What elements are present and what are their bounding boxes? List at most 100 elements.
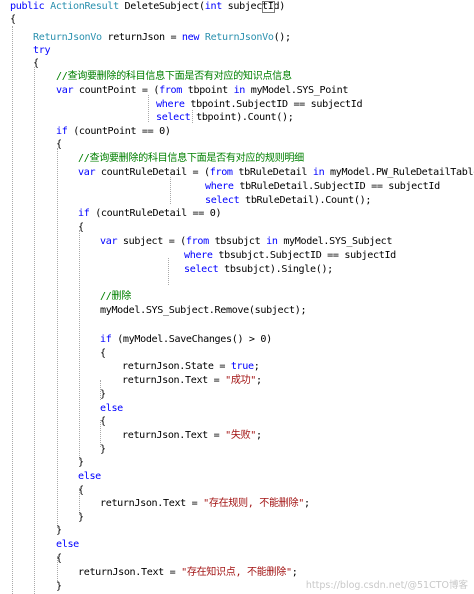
code-line-33[interactable]: else xyxy=(78,470,101,484)
code-text: returnJson.Text = xyxy=(122,375,226,386)
code-line-30[interactable]: returnJson.Text = "失败"; xyxy=(122,429,262,443)
code-text: returnJson.Text = xyxy=(122,430,226,441)
code-line-16[interactable]: if (countRuleDetail == 0) xyxy=(78,207,222,221)
code-line-25[interactable]: returnJson.State = true; xyxy=(122,360,260,374)
code-text: tbRuleDetail).Count(); xyxy=(239,195,372,206)
code-line-39[interactable]: { xyxy=(56,552,62,566)
code-text: } xyxy=(56,525,62,536)
keyword: new xyxy=(181,32,200,43)
code-line-2[interactable]: { xyxy=(10,13,16,27)
indent-guide xyxy=(170,177,171,204)
indent-guide xyxy=(12,26,13,594)
code-text: returnJson.Text = xyxy=(100,498,204,509)
code-text: tbsubjct).Single(); xyxy=(218,264,333,275)
keyword: where xyxy=(156,99,185,110)
code-line-31[interactable]: } xyxy=(100,443,106,457)
code-line-21[interactable]: //删除 xyxy=(100,290,131,304)
code-line-4[interactable]: try xyxy=(33,44,51,58)
code-line-36[interactable]: } xyxy=(78,511,84,525)
keyword: else xyxy=(56,539,79,550)
code-text: } xyxy=(100,444,106,455)
code-text: } xyxy=(78,512,84,523)
code-text: { xyxy=(10,14,16,25)
code-line-26[interactable]: returnJson.Text = "成功"; xyxy=(122,374,262,388)
keyword: if xyxy=(100,334,112,345)
string-literal: "存在知识点, 不能删除" xyxy=(181,567,292,578)
code-line-10[interactable]: if (countPoint == 0) xyxy=(56,125,171,139)
code-editor[interactable]: public ActionResult DeleteSubject(int su… xyxy=(0,0,474,594)
keyword: select xyxy=(184,264,219,275)
code-text: DeleteSubject( xyxy=(118,1,206,12)
code-text: tbpoint).Count(); xyxy=(190,112,294,123)
code-text: } xyxy=(100,389,106,400)
code-line-11[interactable]: { xyxy=(56,138,62,152)
code-line-22[interactable]: myModel.SYS_Subject.Remove(subject); xyxy=(100,304,307,318)
indent-guide xyxy=(148,95,149,122)
code-text: tbsubjct.SubjectID == subjectId xyxy=(212,250,396,261)
keyword: where xyxy=(184,250,213,261)
indent-guide xyxy=(79,230,80,460)
code-text: ; xyxy=(303,498,310,509)
code-line-12[interactable]: //查询要删除的科目信息下面是否有对应的规则明细 xyxy=(78,152,304,166)
code-line-32[interactable]: } xyxy=(78,456,84,470)
code-line-1[interactable]: public ActionResult DeleteSubject(int su… xyxy=(10,0,285,14)
code-line-8[interactable]: where tbpoint.SubjectID == subjectId xyxy=(156,98,363,112)
code-line-17[interactable]: { xyxy=(78,221,84,235)
code-text: ; xyxy=(256,375,262,386)
keyword: else xyxy=(100,403,123,414)
keyword: select xyxy=(156,112,191,123)
code-line-38[interactable]: else xyxy=(56,538,79,552)
code-line-34[interactable]: { xyxy=(78,484,84,498)
indent-guide xyxy=(34,67,35,594)
code-text: subjectId) xyxy=(221,1,286,12)
code-text: countRuleDetail = ( xyxy=(95,167,210,178)
code-text: (countRuleDetail == 0) xyxy=(89,208,222,219)
code-text: myModel.SYS_Subject.Remove(subject); xyxy=(100,305,307,316)
code-text: { xyxy=(78,222,84,233)
keyword: else xyxy=(78,471,101,482)
keyword: var xyxy=(78,167,96,178)
code-line-18[interactable]: var subject = (from tbsubjct in myModel.… xyxy=(100,235,392,249)
code-text: returnJson.Text = xyxy=(78,567,182,578)
code-line-29[interactable]: { xyxy=(100,415,106,429)
code-text: returnJson.State = xyxy=(122,361,231,372)
keyword: if xyxy=(78,208,90,219)
code-line-37[interactable]: } xyxy=(56,524,62,538)
string-literal: "成功" xyxy=(225,375,257,386)
code-text: myModel.PW_RuleDetailTable xyxy=(324,167,474,178)
code-line-9[interactable]: select tbpoint).Count(); xyxy=(156,111,294,125)
code-line-28[interactable]: else xyxy=(100,402,123,416)
code-text: ; xyxy=(256,430,262,441)
code-line-19[interactable]: where tbsubjct.SubjectID == subjectId xyxy=(184,249,396,263)
code-line-5[interactable]: { xyxy=(33,57,39,71)
code-text: { xyxy=(56,139,62,150)
code-line-15[interactable]: select tbRuleDetail).Count(); xyxy=(205,194,371,208)
code-text: tbpoint.SubjectID == subjectId xyxy=(184,99,363,110)
keyword: int xyxy=(204,1,223,12)
code-text: (countPoint == 0) xyxy=(67,126,171,137)
type-name: ReturnJsonVo xyxy=(33,32,102,43)
code-text: tbpoint xyxy=(182,85,234,96)
code-line-13[interactable]: var countRuleDetail = (from tbRuleDetail… xyxy=(78,166,474,180)
string-literal: "存在规则, 不能删除" xyxy=(203,498,304,509)
code-line-24[interactable]: { xyxy=(100,347,106,361)
code-line-41[interactable]: } xyxy=(56,580,62,594)
keyword: in xyxy=(266,236,278,247)
code-text: subject = ( xyxy=(117,236,186,247)
code-text: ; xyxy=(253,361,260,372)
code-line-23[interactable]: if (myModel.SaveChanges() > 0) xyxy=(100,333,272,347)
comment: //删除 xyxy=(100,291,131,302)
code-line-35[interactable]: returnJson.Text = "存在规则, 不能删除"; xyxy=(100,497,310,511)
code-line-6[interactable]: //查询要删除的科目信息下面是否有对应的知识点信息 xyxy=(56,70,292,84)
type-name: ReturnJsonVo xyxy=(204,32,274,43)
code-line-40[interactable]: returnJson.Text = "存在知识点, 不能删除"; xyxy=(78,566,298,580)
keyword: try xyxy=(33,45,51,56)
code-line-27[interactable]: } xyxy=(100,388,106,402)
code-line-3[interactable]: ReturnJsonVo returnJson = new ReturnJson… xyxy=(33,31,291,45)
code-line-7[interactable]: var countPoint = (from tbpoint in myMode… xyxy=(56,84,348,98)
code-text: } xyxy=(78,457,84,468)
code-line-20[interactable]: select tbsubjct).Single(); xyxy=(184,263,333,277)
code-text: tbRuleDetail xyxy=(232,167,313,178)
code-line-14[interactable]: where tbRuleDetail.SubjectID == subjectI… xyxy=(205,180,440,194)
code-text: } xyxy=(56,581,62,592)
